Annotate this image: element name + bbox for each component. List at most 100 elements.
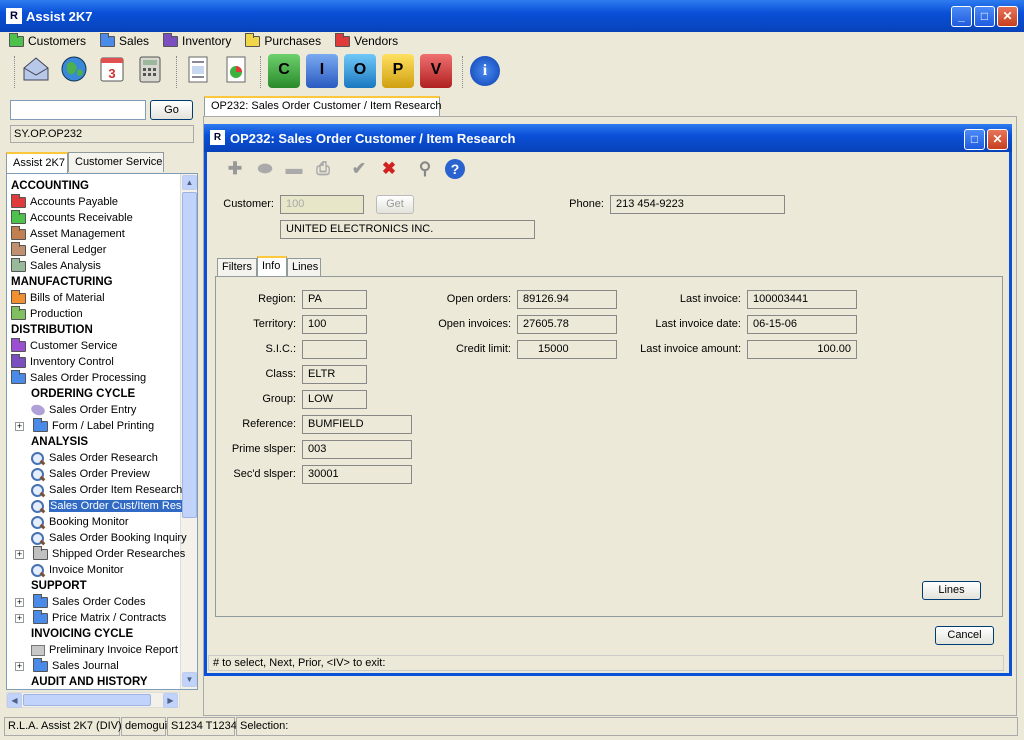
tab-filters[interactable]: Filters xyxy=(217,258,257,276)
folder-icon xyxy=(163,32,179,47)
tree-item[interactable]: Bills of Material xyxy=(11,289,105,306)
scroll-down-icon[interactable]: ▼ xyxy=(182,672,197,687)
globe-icon[interactable] xyxy=(58,54,90,88)
scroll-left-icon[interactable]: ◀ xyxy=(7,693,22,708)
menu-inventory[interactable]: Inventory xyxy=(160,32,234,50)
tree-item[interactable]: Production xyxy=(11,305,83,322)
search-input[interactable] xyxy=(10,100,146,120)
tree-item[interactable]: Sales Order Processing xyxy=(11,369,146,386)
chart-icon[interactable] xyxy=(220,54,252,88)
search-icon[interactable]: ⚲ xyxy=(412,156,438,182)
tree-item[interactable]: Sales Order Item Research xyxy=(31,482,182,498)
scroll-up-icon[interactable]: ▲ xyxy=(182,175,197,190)
entry-icon xyxy=(29,402,47,418)
tree-item-label: MANUFACTURING xyxy=(11,276,113,288)
document-tab[interactable]: OP232: Sales Order Customer / Item Resea… xyxy=(204,96,441,116)
tree-item[interactable]: Preliminary Invoice Report xyxy=(31,642,178,658)
tree-item[interactable]: + Sales Order Codes xyxy=(15,593,146,610)
calculator-icon[interactable] xyxy=(134,54,166,88)
tree-item-label: Bills of Material xyxy=(30,292,105,304)
info-icon[interactable]: i xyxy=(470,56,500,86)
customer-field[interactable]: 100 xyxy=(280,195,364,214)
expand-icon[interactable]: + xyxy=(15,597,24,607)
go-button[interactable]: Go xyxy=(150,100,193,120)
magnifier-icon xyxy=(31,467,44,481)
scroll-thumb[interactable] xyxy=(182,192,197,518)
field-value: 100.00 xyxy=(747,340,857,359)
phone-label: Phone: xyxy=(569,198,604,210)
form-title-bar: R OP232: Sales Order Customer / Item Res… xyxy=(204,124,1012,152)
tree-item[interactable]: + Shipped Order Researches xyxy=(15,545,185,562)
expand-icon[interactable]: + xyxy=(15,421,24,431)
tree-item[interactable]: Sales Order Booking Inquiry xyxy=(31,530,187,546)
tree-item[interactable]: Sales Order Research xyxy=(31,450,158,466)
form-title: OP232: Sales Order Customer / Item Resea… xyxy=(230,131,516,146)
o-icon[interactable]: O xyxy=(344,54,376,88)
print-icon[interactable]: ⎙ xyxy=(310,156,336,182)
menu-sales[interactable]: Sales xyxy=(97,32,152,50)
menu-customers[interactable]: Customers xyxy=(6,32,89,50)
tree-item[interactable]: + Sales Journal xyxy=(15,657,119,674)
hscroll-thumb[interactable] xyxy=(23,694,151,706)
tree-section-heading: ANALYSIS xyxy=(31,434,88,450)
p-icon[interactable]: P xyxy=(382,54,414,88)
cancel-button[interactable]: Cancel xyxy=(935,626,994,645)
tree-item[interactable]: Inventory Control xyxy=(11,353,114,370)
tree-vertical-scrollbar[interactable]: ▲ ▼ xyxy=(180,174,197,689)
cancel-icon[interactable]: ✖ xyxy=(376,156,402,182)
expand-icon[interactable]: + xyxy=(15,661,24,671)
folder-icon xyxy=(33,657,48,672)
tree-item[interactable]: Sales Order Entry xyxy=(29,402,137,418)
field-value: LOW xyxy=(302,390,367,409)
expand-icon[interactable]: + xyxy=(15,549,24,559)
tree-item[interactable]: Accounts Receivable xyxy=(11,209,133,226)
form-logo-icon: R xyxy=(210,130,225,145)
tree-item[interactable]: Invoice Monitor xyxy=(31,562,124,578)
tab-assist[interactable]: Assist 2K7 xyxy=(6,152,68,173)
tab-customer-service[interactable]: Customer Service xyxy=(68,152,164,172)
form-maximize-button[interactable]: □ xyxy=(964,129,985,150)
tree-item[interactable]: Sales Analysis xyxy=(11,257,101,274)
tree-item[interactable]: Accounts Payable xyxy=(11,193,118,210)
delete-icon[interactable]: ▬ xyxy=(281,156,307,182)
tree-item[interactable]: Sales Order Cust/Item Res xyxy=(31,498,183,514)
folder-icon xyxy=(11,305,26,320)
tree-item[interactable]: + Price Matrix / Contracts xyxy=(15,609,166,626)
field-label: Credit limit: xyxy=(455,343,511,355)
customer-name-field: UNITED ELECTRONICS INC. xyxy=(280,220,535,239)
accept-icon[interactable]: ✔ xyxy=(346,156,372,182)
menu-vendors[interactable]: Vendors xyxy=(332,32,401,50)
copy-icon[interactable]: ⬬ xyxy=(252,156,278,182)
c-icon[interactable]: C xyxy=(268,54,300,88)
tree-item[interactable]: Booking Monitor xyxy=(31,514,129,530)
mail-icon[interactable] xyxy=(20,54,52,88)
maximize-button[interactable]: □ xyxy=(974,6,995,27)
scroll-right-icon[interactable]: ▶ xyxy=(163,693,178,708)
folder-icon xyxy=(11,337,26,352)
tree-item-label: ORDERING CYCLE xyxy=(31,388,136,400)
folder-icon xyxy=(11,369,26,384)
expand-icon[interactable]: + xyxy=(15,613,24,623)
add-icon[interactable]: ✚ xyxy=(222,156,248,182)
tree-horizontal-scrollbar[interactable]: ◀ ▶ xyxy=(6,692,180,708)
tree-item[interactable]: Asset Management xyxy=(11,225,125,242)
v-icon[interactable]: V xyxy=(420,54,452,88)
calendar-icon[interactable]: 3 xyxy=(96,54,128,88)
tab-info[interactable]: Info xyxy=(257,256,287,276)
minimize-button[interactable]: _ xyxy=(951,6,972,27)
tree-item-label: Sales Order Entry xyxy=(49,404,137,416)
tab-lines[interactable]: Lines xyxy=(287,258,321,276)
tree-item[interactable]: Customer Service xyxy=(11,337,117,354)
menu-purchases[interactable]: Purchases xyxy=(242,32,324,50)
close-button[interactable]: ✕ xyxy=(997,6,1018,27)
tree-item[interactable]: General Ledger xyxy=(11,241,106,258)
form-close-button[interactable]: ✕ xyxy=(987,129,1008,150)
tree-item[interactable]: + Form / Label Printing xyxy=(15,417,154,434)
help-icon[interactable]: ? xyxy=(442,156,468,182)
lines-button[interactable]: Lines xyxy=(922,581,981,600)
tree-item[interactable]: Sales Order Preview xyxy=(31,466,150,482)
document-icon[interactable] xyxy=(182,54,214,88)
main-toolbar: 3 C I O P V i xyxy=(14,54,1014,94)
i-icon[interactable]: I xyxy=(306,54,338,88)
get-button[interactable]: Get xyxy=(376,195,414,214)
